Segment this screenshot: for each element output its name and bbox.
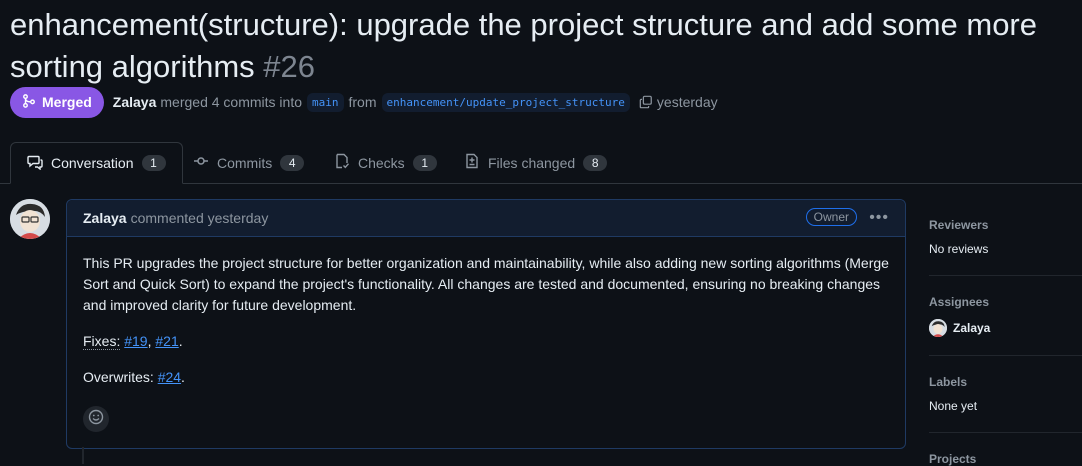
tab-files-changed[interactable]: Files changed 8	[464, 142, 608, 183]
sidebar-divider	[929, 275, 1082, 276]
issue-link-19[interactable]: #19	[124, 333, 147, 349]
head-branch-link[interactable]: enhancement/update_project_structure	[381, 92, 630, 112]
add-reaction-button[interactable]	[83, 406, 109, 432]
tab-conversation-label: Conversation	[51, 155, 134, 171]
comment-action: commented yesterday	[130, 210, 269, 226]
tab-commits-count: 4	[280, 154, 305, 171]
tab-conversation[interactable]: Conversation 1	[10, 142, 183, 184]
avatar[interactable]	[10, 199, 50, 239]
tab-files-changed-count: 8	[583, 154, 608, 171]
labels-section: Labels None yet	[929, 375, 1082, 413]
copy-icon[interactable]	[639, 95, 653, 109]
from-text: from	[348, 94, 377, 110]
reviewers-value: No reviews	[929, 242, 989, 256]
overwrites-label: Overwrites:	[83, 369, 154, 385]
fixes-line: Fixes: #19, #21.	[83, 333, 183, 350]
tab-conversation-count: 1	[141, 155, 166, 171]
merge-icon	[22, 93, 36, 111]
comment-author-link[interactable]: Zalaya	[83, 210, 127, 226]
pr-title-text: enhancement(structure): upgrade the proj…	[10, 7, 1037, 84]
assignee-item[interactable]: Zalaya	[929, 319, 1082, 337]
checklist-icon	[334, 153, 350, 172]
assignees-section: Assignees Zalaya	[929, 295, 1082, 337]
assignees-heading[interactable]: Assignees	[929, 295, 1082, 309]
labels-heading[interactable]: Labels	[929, 375, 1082, 389]
pr-meta: Merged Zalaya merged 4 commits into main…	[10, 86, 718, 118]
owner-badge: Owner	[805, 208, 857, 226]
base-branch-link[interactable]: main	[307, 92, 344, 112]
assignee-name: Zalaya	[953, 321, 991, 335]
comment-header: Zalaya commented yesterday Owner •••	[67, 200, 905, 237]
labels-value: None yet	[929, 399, 978, 413]
merge-time: yesterday	[656, 94, 718, 110]
reviewers-section: Reviewers No reviews	[929, 218, 1082, 256]
merge-text: merged 4 commits into	[160, 94, 302, 110]
comment-paragraph: This PR upgrades the project structure f…	[83, 255, 889, 313]
pr-author-link[interactable]: Zalaya	[113, 94, 157, 110]
tab-commits[interactable]: Commits 4	[193, 142, 305, 183]
tab-files-changed-label: Files changed	[488, 154, 576, 171]
tab-checks-label: Checks	[358, 154, 405, 171]
sidebar-divider	[929, 432, 1082, 433]
more-options-icon[interactable]: •••	[869, 209, 889, 227]
pr-number: #26	[263, 49, 316, 84]
issue-link-24[interactable]: #24	[158, 369, 181, 385]
reviewers-heading[interactable]: Reviewers	[929, 218, 1082, 232]
fixes-label: Fixes:	[83, 333, 121, 350]
file-diff-icon	[464, 153, 480, 172]
comment-box: Zalaya commented yesterday Owner ••• Thi…	[66, 199, 906, 449]
issue-link-21[interactable]: #21	[155, 333, 178, 349]
sidebar-divider	[929, 355, 1082, 356]
commit-icon	[193, 153, 209, 172]
pr-tabs: Conversation 1 Commits 4 Checks 1 Files …	[0, 142, 1082, 184]
smiley-icon	[88, 409, 104, 430]
overwrites-line: Overwrites: #24.	[83, 369, 185, 385]
tab-checks-count: 1	[412, 154, 437, 171]
comment-body: This PR upgrades the project structure f…	[67, 237, 905, 388]
pr-title: enhancement(structure): upgrade the proj…	[10, 4, 1080, 88]
assignee-avatar	[929, 319, 947, 337]
comment-icon	[27, 154, 43, 173]
tab-checks[interactable]: Checks 1	[334, 142, 437, 183]
tab-commits-label: Commits	[217, 154, 273, 171]
merged-status-label: Merged	[42, 94, 92, 110]
timeline-line	[82, 447, 84, 464]
merged-status-badge: Merged	[10, 86, 104, 118]
